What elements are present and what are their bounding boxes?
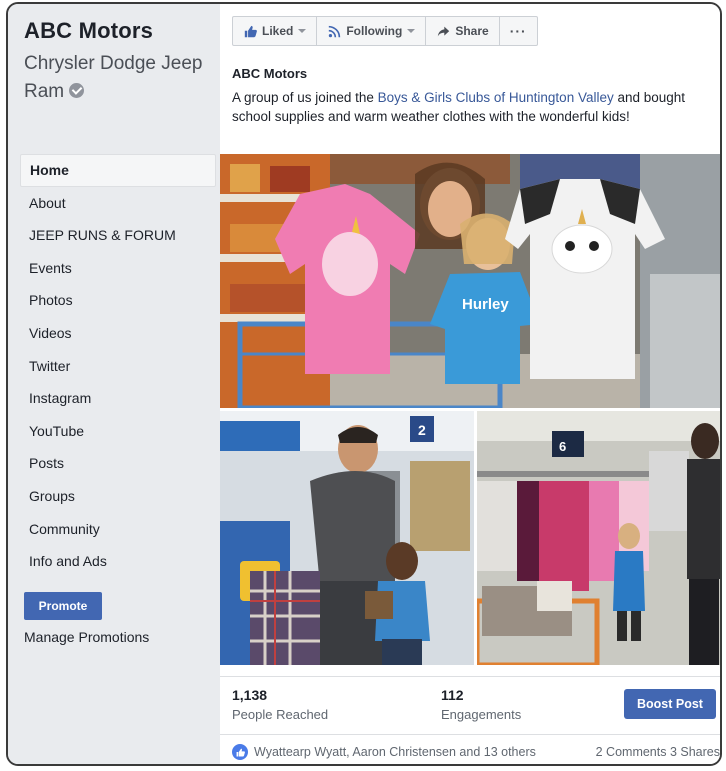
chevron-down-icon	[298, 29, 307, 33]
page-nav: Home About JEEP RUNS & FORUM Events Phot…	[20, 154, 216, 578]
people-reached-value: 1,138	[232, 687, 268, 703]
more-options-button[interactable]: ···	[500, 17, 537, 45]
engagements-stat[interactable]: 112 Engagements	[441, 687, 521, 722]
post-photo-left[interactable]: 2	[220, 411, 474, 665]
promote-button[interactable]: Promote	[24, 592, 102, 620]
nav-item-about[interactable]: About	[20, 187, 216, 220]
photo-price-tag: 6	[559, 439, 566, 454]
post-author[interactable]: ABC Motors	[232, 66, 307, 81]
page-name[interactable]: ABC Motors	[24, 18, 153, 44]
engagements-label: Engagements	[441, 707, 522, 722]
liked-label: Liked	[262, 24, 294, 38]
nav-item-photos[interactable]: Photos	[20, 284, 216, 317]
engagements-value: 112	[441, 687, 464, 703]
liked-button[interactable]: Liked	[233, 17, 318, 45]
people-reached-stat[interactable]: 1,138 People Reached	[232, 687, 328, 722]
post-card: Liked Following Share ··· ABC Motors A g…	[220, 4, 720, 764]
people-reached-label: People Reached	[232, 707, 329, 722]
page-action-bar: Liked Following Share ···	[232, 16, 538, 46]
following-label: Following	[346, 24, 403, 38]
share-arrow-icon	[436, 24, 450, 38]
reactions-bar: Wyattearp Wyatt, Aaron Christensen and 1…	[220, 734, 720, 764]
photo-aisle-number: 2	[418, 422, 426, 438]
checkout-scene-illustration: 2	[220, 411, 474, 665]
verified-badge-icon	[69, 83, 85, 98]
more-options-icon: ···	[509, 23, 527, 39]
nav-item-videos[interactable]: Videos	[20, 317, 216, 350]
post-photo-right[interactable]: 6	[477, 411, 720, 665]
chevron-down-icon	[407, 29, 416, 33]
page-subtitle: Chrysler Dodge Jeep Ram	[24, 50, 214, 106]
page-subtitle-text: Chrysler Dodge Jeep Ram	[24, 53, 203, 102]
reactors-list[interactable]: Wyattearp Wyatt, Aaron Christensen and 1…	[254, 745, 536, 759]
store-scene-illustration: Hurley	[220, 154, 720, 408]
engagement-counts: 2 Comments 3 Shares	[596, 745, 720, 759]
nav-item-events[interactable]: Events	[20, 252, 216, 285]
thumbs-up-icon	[243, 24, 257, 38]
following-button[interactable]: Following	[317, 17, 427, 45]
page-sidebar: ABC Motors Chrysler Dodge Jeep Ram Home …	[8, 4, 218, 764]
boys-girls-club-link[interactable]: Boys & Girls Clubs of Huntington Valley	[378, 90, 614, 105]
clothing-aisle-illustration: 6	[477, 411, 720, 665]
manage-promotions-link[interactable]: Manage Promotions	[24, 629, 149, 645]
nav-item-home[interactable]: Home	[20, 154, 216, 187]
comments-count[interactable]: 2 Comments	[596, 745, 667, 759]
nav-item-posts[interactable]: Posts	[20, 447, 216, 480]
post-text-before: A group of us joined the	[232, 90, 378, 105]
nav-item-instagram[interactable]: Instagram	[20, 382, 216, 415]
post-photo-main[interactable]: Hurley	[220, 154, 720, 408]
share-button[interactable]: Share	[426, 17, 500, 45]
rss-feed-icon	[327, 24, 341, 38]
post-text: A group of us joined the Boys & Girls Cl…	[232, 88, 712, 126]
boost-post-button[interactable]: Boost Post	[624, 689, 716, 719]
nav-item-twitter[interactable]: Twitter	[20, 350, 216, 383]
nav-item-info-and-ads[interactable]: Info and Ads	[20, 545, 216, 578]
nav-item-jeep-runs-forum[interactable]: JEEP RUNS & FORUM	[20, 219, 216, 252]
shares-count[interactable]: 3 Shares	[670, 745, 720, 759]
nav-item-youtube[interactable]: YouTube	[20, 415, 216, 448]
page-frame: ABC Motors Chrysler Dodge Jeep Ram Home …	[6, 2, 722, 766]
share-label: Share	[455, 24, 489, 38]
nav-item-community[interactable]: Community	[20, 513, 216, 546]
photo-shirt-brand: Hurley	[462, 296, 509, 313]
post-insights: 1,138 People Reached 112 Engagements Boo…	[220, 676, 720, 728]
nav-item-groups[interactable]: Groups	[20, 480, 216, 513]
like-reaction-icon	[232, 744, 248, 760]
